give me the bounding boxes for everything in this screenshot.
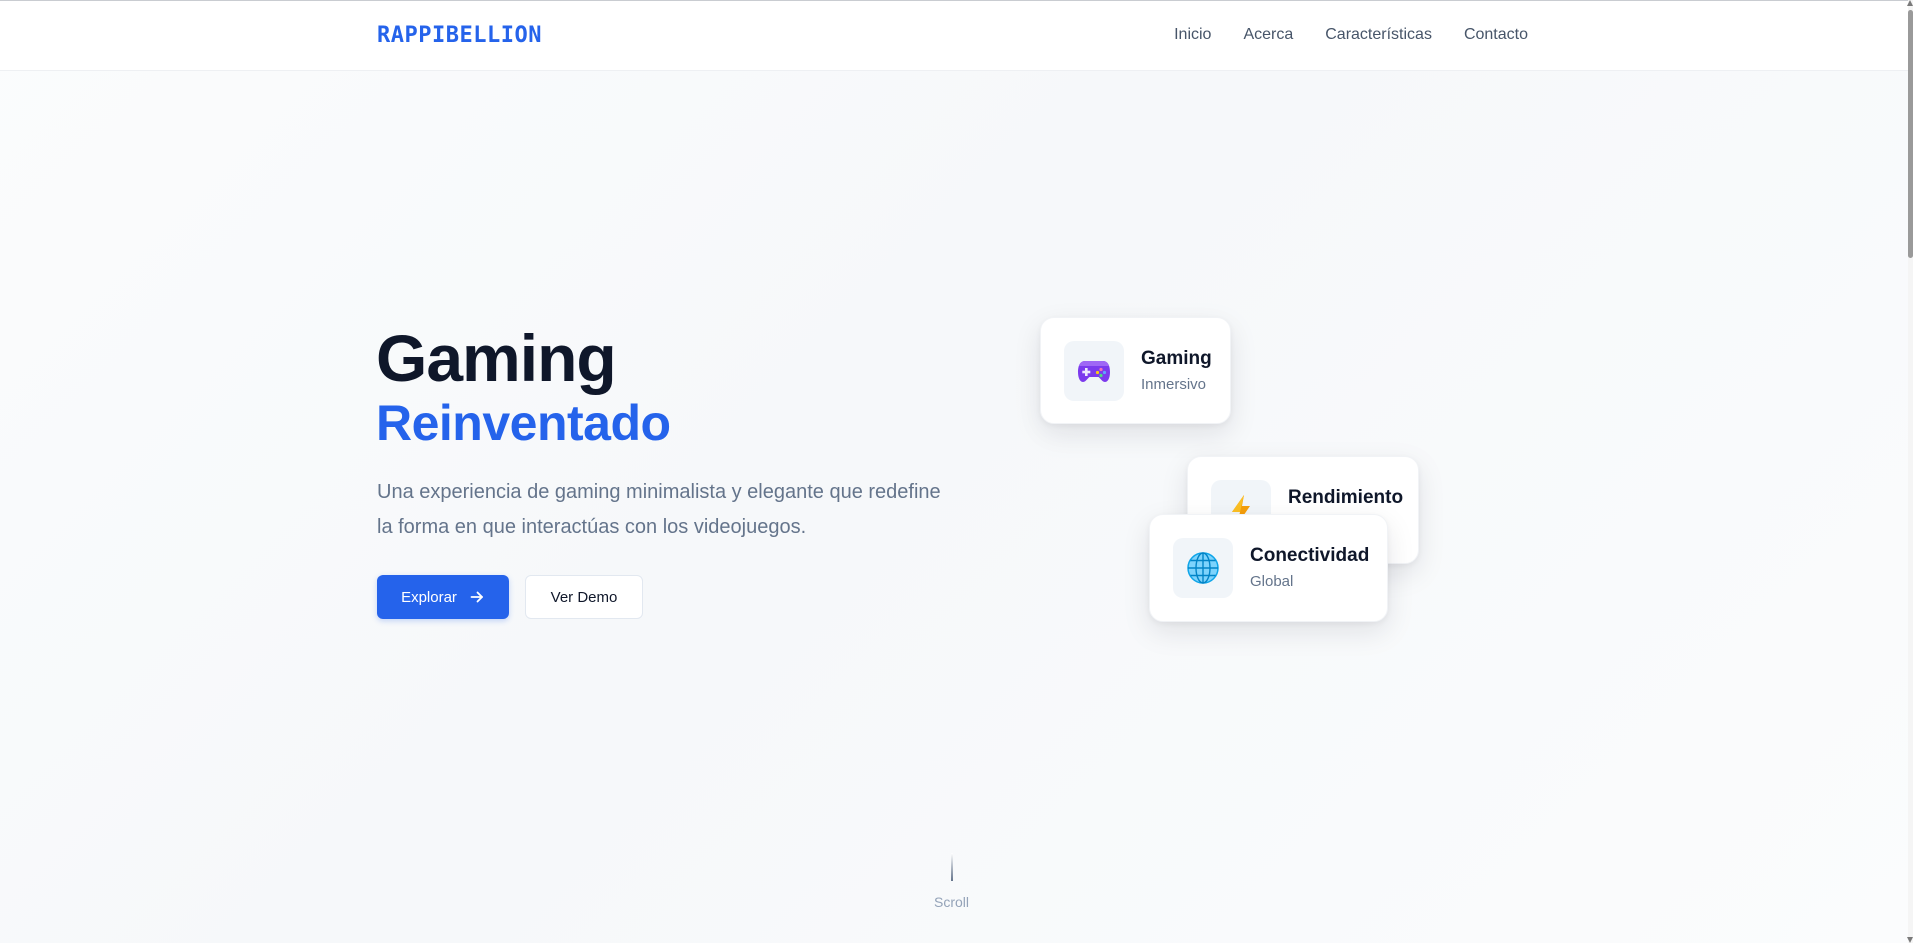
nav-link-contacto[interactable]: Contacto bbox=[1464, 26, 1528, 44]
scroll-up-arrow-icon[interactable] bbox=[1907, 0, 1913, 6]
arrow-right-icon bbox=[470, 591, 483, 603]
feature-card-conectividad: Conectividad Global bbox=[1149, 514, 1388, 622]
gamepad-icon bbox=[1064, 341, 1124, 401]
hero-title-accent: Reinventado bbox=[376, 395, 671, 451]
card-title: Rendimiento bbox=[1288, 487, 1404, 508]
scrollbar-thumb[interactable] bbox=[1908, 10, 1913, 258]
hero-description: Una experiencia de gaming minimalista y … bbox=[377, 481, 941, 538]
card-title: Gaming bbox=[1141, 348, 1212, 369]
nav-link-inicio[interactable]: Inicio bbox=[1174, 26, 1211, 44]
view-demo-button[interactable]: Ver Demo bbox=[525, 575, 643, 619]
hero-title-main: Gaming bbox=[376, 321, 617, 395]
nav-links: Inicio Acerca Características Contacto bbox=[1174, 26, 1528, 44]
card-title: Conectividad bbox=[1250, 545, 1370, 566]
card-subtitle: Global bbox=[1250, 573, 1294, 590]
navbar: RAPPIBELLION Inicio Acerca Característic… bbox=[0, 1, 1908, 71]
brand-logo[interactable]: RAPPIBELLION bbox=[377, 23, 542, 48]
scroll-indicator-line bbox=[951, 853, 953, 881]
explore-button[interactable]: Explorar bbox=[377, 575, 509, 619]
explore-button-label: Explorar bbox=[401, 588, 457, 606]
globe-icon bbox=[1173, 538, 1233, 598]
page-scrollbar[interactable] bbox=[1907, 0, 1913, 943]
nav-link-caracteristicas[interactable]: Características bbox=[1325, 26, 1432, 44]
nav-link-acerca[interactable]: Acerca bbox=[1243, 26, 1293, 44]
feature-card-gaming: Gaming Inmersivo bbox=[1040, 317, 1231, 424]
card-subtitle: Inmersivo bbox=[1141, 376, 1207, 393]
scroll-indicator-label[interactable]: Scroll bbox=[934, 894, 969, 910]
scroll-down-arrow-icon[interactable] bbox=[1907, 937, 1913, 943]
